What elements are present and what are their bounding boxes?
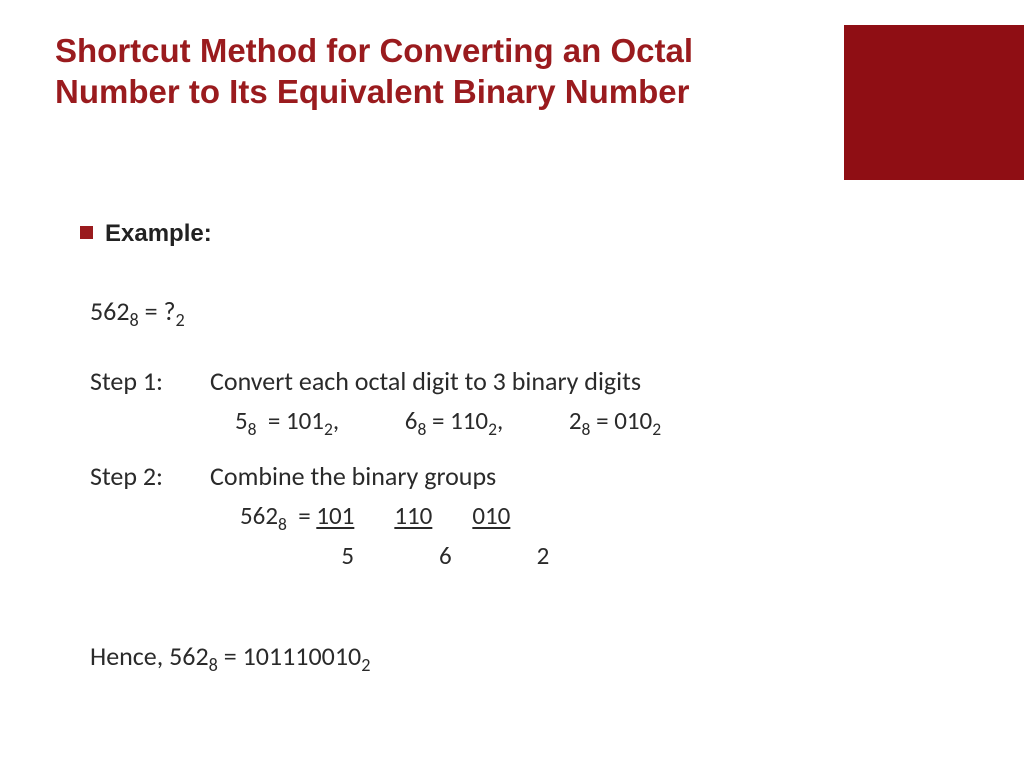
step1-conversions: 58 = 1012, 68 = 1102, 28 = 0102 xyxy=(235,405,661,440)
eq-lhs-base: 8 xyxy=(130,309,139,331)
step1-text: Convert each octal digit to 3 binary dig… xyxy=(210,365,641,397)
accent-block xyxy=(844,25,1024,180)
hence-lhs-base: 8 xyxy=(209,654,218,676)
step2-label: Step 2: xyxy=(90,460,210,492)
example-heading: Example: xyxy=(80,220,212,248)
example-label: Example: xyxy=(105,220,212,247)
dig-1: 6 xyxy=(439,540,452,571)
conv-0-ob: 8 xyxy=(248,418,257,440)
grp-1: 110 xyxy=(394,500,432,531)
grp-0: 101 xyxy=(316,500,354,531)
dig-2: 2 xyxy=(537,540,550,571)
conv-1-ob: 8 xyxy=(417,418,426,440)
bullet-icon xyxy=(80,226,93,239)
conv-0-bd: 101 xyxy=(286,405,324,436)
conv-2-od: 2 xyxy=(569,405,582,436)
hence-rhs-base: 2 xyxy=(361,654,370,676)
conv-1-bb: 2 xyxy=(488,418,497,440)
step2: Step 2:Combine the binary groups xyxy=(90,460,496,492)
hence-eq: = xyxy=(218,640,243,672)
conv-0-bb: 2 xyxy=(324,418,333,440)
step2-text: Combine the binary groups xyxy=(210,460,496,492)
hence-lhs: 562 xyxy=(169,640,209,672)
initial-equation: 5628 = ?2 xyxy=(90,295,185,331)
step1: Step 1:Convert each octal digit to 3 bin… xyxy=(90,365,641,397)
hence: Hence, 5628 = 1011100102 xyxy=(90,640,370,676)
eq-rhs: ? xyxy=(163,295,175,327)
grp-2: 010 xyxy=(472,500,510,531)
conv-0-od: 5 xyxy=(235,405,248,436)
hence-rhs: 101110010 xyxy=(243,640,362,672)
step2-combine: 5628 = 101 110 010 xyxy=(240,500,510,535)
eq-sign: = xyxy=(139,295,164,327)
slide: Shortcut Method for Converting an Octal … xyxy=(0,0,1024,768)
dig-0: 5 xyxy=(341,540,354,571)
step1-label: Step 1: xyxy=(90,365,210,397)
eq-lhs: 562 xyxy=(90,295,130,327)
conv-2-bd: 010 xyxy=(614,405,652,436)
comb-lhs: 562 xyxy=(240,500,278,531)
conv-2-bb: 2 xyxy=(652,418,661,440)
comb-eq: = xyxy=(293,500,317,531)
conv-2-ob: 8 xyxy=(582,418,591,440)
step2-digits: 5628 = 562 xyxy=(240,540,549,575)
comb-lhs-base: 8 xyxy=(278,513,287,535)
conv-1-od: 6 xyxy=(405,405,418,436)
conv-1-bd: 110 xyxy=(450,405,488,436)
hence-prefix: Hence, xyxy=(90,640,169,672)
eq-rhs-base: 2 xyxy=(176,309,185,331)
slide-title: Shortcut Method for Converting an Octal … xyxy=(55,30,755,113)
